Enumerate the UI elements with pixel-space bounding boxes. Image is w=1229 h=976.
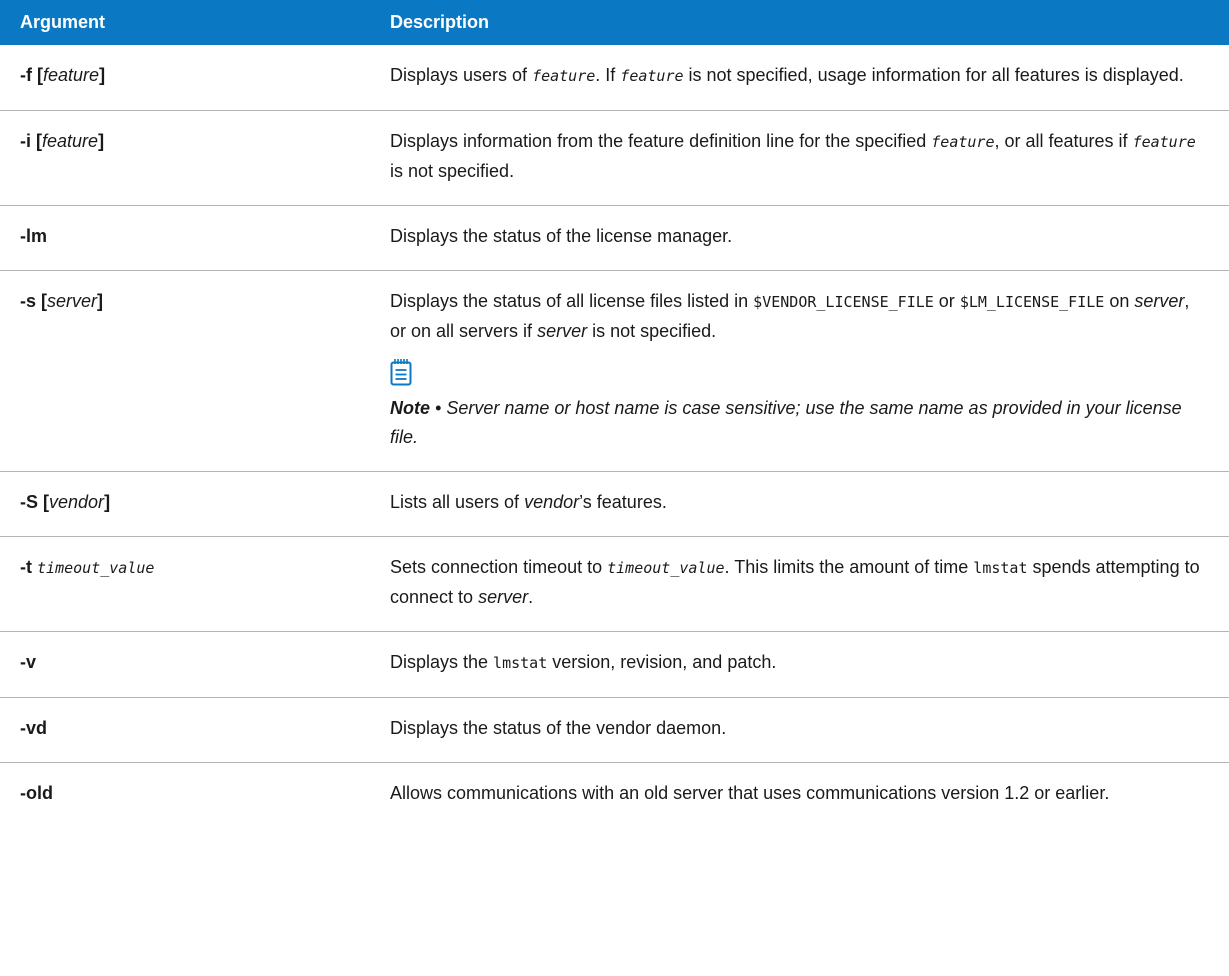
table-row: -v Displays the lmstat version, revision… [0, 631, 1229, 698]
arg-flag: -vd [20, 718, 47, 738]
table-row: -t timeout_value Sets connection timeout… [0, 536, 1229, 632]
note: Note • Server name or host name is case … [390, 394, 1209, 452]
arg-param: feature [43, 65, 100, 85]
desc-text: Displays the status of the license manag… [390, 226, 733, 246]
table-row: -f [feature] Displays users of feature. … [0, 45, 1229, 111]
arg-flag: -i [20, 131, 31, 151]
desc-text: or [933, 291, 960, 311]
argument-cell: -v [0, 631, 370, 698]
note-text: Server name or host name is case sensiti… [390, 398, 1182, 447]
description-cell: Displays information from the feature de… [370, 110, 1229, 206]
arg-param: feature [42, 131, 99, 151]
argument-cell: -s [server] [0, 270, 370, 472]
desc-param: feature [532, 67, 596, 85]
note-label: Note [390, 398, 430, 418]
description-cell: Displays the status of all license files… [370, 270, 1229, 472]
desc-param: server [537, 321, 588, 341]
desc-code: lmstat [973, 559, 1028, 577]
desc-param: feature [620, 67, 684, 85]
argument-cell: -lm [0, 205, 370, 271]
table-row: -old Allows communications with an old s… [0, 763, 1229, 828]
desc-text: Displays the status of all license files… [390, 291, 754, 311]
argument-cell: -old [0, 763, 370, 828]
table-row: -vd Displays the status of the vendor da… [0, 697, 1229, 763]
description-cell: Lists all users of vendor’s features. [370, 471, 1229, 537]
arg-bracket-close: ] [99, 65, 106, 85]
note-bullet: • [430, 398, 447, 418]
argument-cell: -vd [0, 697, 370, 763]
description-cell: Displays the lmstat version, revision, a… [370, 631, 1229, 698]
desc-code: lmstat [493, 654, 548, 672]
desc-text: is not specified, usage information for … [683, 65, 1184, 85]
arg-flag: -lm [20, 226, 47, 246]
description-cell: Sets connection timeout to timeout_value… [370, 536, 1229, 632]
table-row: -i [feature] Displays information from t… [0, 110, 1229, 206]
arg-flag: -s [20, 291, 37, 311]
table-row: -s [server] Displays the status of all l… [0, 270, 1229, 472]
arg-flag: -t [20, 557, 32, 577]
desc-code: $VENDOR_LICENSE_FILE [753, 293, 934, 311]
arg-flag: -old [20, 783, 53, 803]
arg-flag: -S [20, 492, 38, 512]
description-cell: Allows communications with an old server… [370, 763, 1229, 828]
table-row: -lm Displays the status of the license m… [0, 205, 1229, 271]
argument-cell: -t timeout_value [0, 536, 370, 632]
desc-paragraph: Displays the status of all license files… [390, 287, 1209, 346]
desc-text: is not specified. [587, 321, 717, 341]
table-header-row: Argument Description [0, 0, 1229, 45]
desc-text: version, revision, and patch. [547, 652, 777, 672]
arg-bracket-close: ] [104, 492, 111, 512]
arg-param: vendor [49, 492, 105, 512]
description-cell: Displays users of feature. If feature is… [370, 45, 1229, 111]
desc-param: server [1134, 291, 1185, 311]
desc-text: , or all features if [994, 131, 1133, 151]
arg-flag: -v [20, 652, 37, 672]
desc-text: ’s features. [579, 492, 667, 512]
arg-param: server [47, 291, 98, 311]
desc-text: . This limits the amount of time [724, 557, 974, 577]
description-cell: Displays the status of the vendor daemon… [370, 697, 1229, 763]
desc-param: feature [1132, 133, 1196, 151]
notepad-icon [390, 359, 412, 386]
desc-code: $LM_LICENSE_FILE [959, 293, 1105, 311]
argument-cell: -i [feature] [0, 110, 370, 206]
desc-param: feature [931, 133, 995, 151]
desc-text: Displays the status of the vendor daemon… [390, 718, 727, 738]
desc-text: on [1104, 291, 1135, 311]
desc-text: . [528, 587, 534, 607]
desc-text: is not specified. [390, 161, 515, 181]
desc-param: vendor [524, 492, 580, 512]
header-description: Description [370, 0, 1229, 45]
arg-param: timeout_value [37, 559, 155, 577]
header-argument: Argument [0, 0, 370, 45]
arg-bracket-close: ] [98, 131, 105, 151]
desc-text: Displays information from the feature de… [390, 131, 932, 151]
description-cell: Displays the status of the license manag… [370, 205, 1229, 271]
arguments-table: Argument Description -f [feature] Displa… [0, 0, 1229, 827]
argument-cell: -f [feature] [0, 45, 370, 111]
desc-text: . If [595, 65, 621, 85]
desc-text: Sets connection timeout to [390, 557, 608, 577]
desc-text: Displays the [390, 652, 494, 672]
desc-param: timeout_value [607, 559, 725, 577]
desc-text: Allows communications with an old server… [390, 783, 1110, 803]
arg-flag: -f [20, 65, 32, 85]
desc-param: server [478, 587, 529, 607]
desc-text: Lists all users of [390, 492, 525, 512]
arg-bracket-close: ] [97, 291, 104, 311]
desc-text: Displays users of [390, 65, 533, 85]
argument-cell: -S [vendor] [0, 471, 370, 537]
table-row: -S [vendor] Lists all users of vendor’s … [0, 471, 1229, 537]
